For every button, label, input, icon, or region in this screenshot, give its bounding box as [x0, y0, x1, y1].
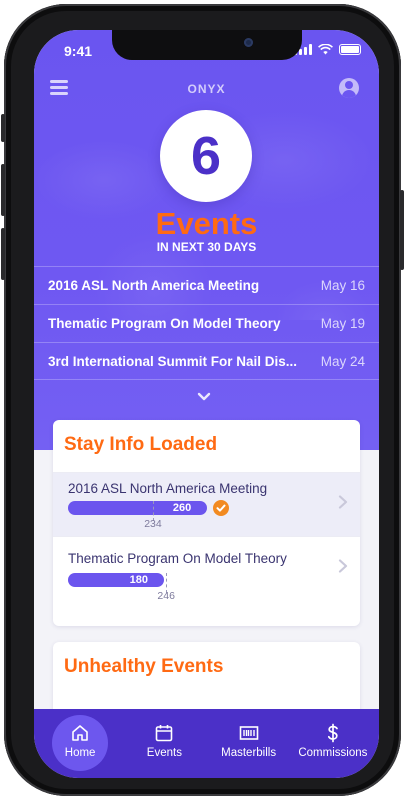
upcoming-event-date: May 19 [320, 316, 365, 331]
notch [112, 30, 302, 60]
upcoming-event-date: May 16 [320, 278, 365, 293]
barcode-icon [239, 726, 258, 740]
power-button [400, 190, 404, 270]
events-heading: Events [155, 206, 258, 241]
tab-label: Home [64, 747, 96, 759]
stay-target-label: 246 [157, 590, 175, 602]
stay-item[interactable]: 2016 ASL North America Meeting 260 234 [53, 472, 360, 536]
tab-commissions[interactable]: Commissions [291, 709, 375, 778]
tab-label: Masterbills [221, 747, 277, 759]
expand-chevron-down-icon[interactable] [197, 390, 211, 404]
stay-item-name: Thematic Program On Model Theory [68, 551, 287, 566]
mute-switch [1, 114, 5, 142]
events-subheading: IN NEXT 30 DAYS [156, 240, 257, 254]
event-count: 6 [190, 126, 222, 186]
chevron-right-icon [338, 559, 348, 573]
tab-masterbills[interactable]: Masterbills [207, 709, 291, 778]
tab-label: Commissions [298, 747, 368, 759]
tab-events[interactable]: Events [122, 709, 206, 778]
wifi-icon [318, 44, 333, 55]
status-icons [294, 44, 361, 55]
app-brand: ONYX [187, 82, 226, 96]
stay-info-card: Stay Info Loaded 2016 ASL North America … [53, 420, 360, 626]
unhealthy-events-title: Unhealthy Events [64, 656, 224, 677]
chevron-right-icon [338, 495, 348, 509]
event-count-badge: 6 [160, 110, 252, 202]
check-icon [213, 500, 230, 516]
stay-progress-bar: 260 [68, 501, 208, 515]
stay-item[interactable]: Thematic Program On Model Theory 180 246 [53, 536, 360, 626]
stay-progress: 260 234 [68, 500, 345, 530]
dollar-icon [327, 723, 338, 743]
upcoming-event-row[interactable]: Thematic Program On Model Theory May 19 [34, 304, 379, 342]
volume-up-button [1, 164, 5, 216]
screen: 9:41 ONYX 6 Events IN NEXT 30 DAYS 2016 … [34, 30, 379, 778]
events-hero: ONYX 6 Events IN NEXT 30 DAYS 2016 ASL N… [34, 30, 379, 450]
upcoming-event-name: 3rd International Summit For Nail Dis... [48, 353, 298, 369]
volume-down-button [1, 228, 5, 280]
stay-target-label: 234 [144, 518, 162, 530]
status-time: 9:41 [64, 43, 93, 59]
bottom-tab-bar: Home Events Masterbills Commissions [34, 709, 379, 778]
top-bar: ONYX [34, 74, 379, 102]
upcoming-event-row[interactable]: 2016 ASL North America Meeting May 16 [34, 266, 379, 304]
phone-frame: 9:41 ONYX 6 Events IN NEXT 30 DAYS 2016 … [1, 4, 404, 796]
upcoming-events-list: 2016 ASL North America Meeting May 16 Th… [34, 266, 379, 380]
user-profile-icon[interactable] [339, 78, 359, 98]
battery-icon [339, 44, 361, 55]
upcoming-event-name: 2016 ASL North America Meeting [48, 278, 260, 293]
upcoming-event-row[interactable]: 3rd International Summit For Nail Dis...… [34, 342, 379, 380]
stay-info-title: Stay Info Loaded [64, 434, 218, 455]
stay-item-name: 2016 ASL North America Meeting [68, 481, 268, 496]
front-camera [244, 38, 253, 47]
stay-progress-bar: 180 [68, 573, 164, 587]
upcoming-event-name: Thematic Program On Model Theory [48, 316, 281, 331]
calendar-icon [156, 725, 173, 742]
upcoming-event-date: May 24 [320, 353, 365, 369]
home-icon [72, 725, 88, 741]
stay-progress: 180 246 [68, 573, 345, 602]
tab-label: Events [146, 747, 182, 759]
tab-home[interactable]: Home [38, 709, 122, 778]
